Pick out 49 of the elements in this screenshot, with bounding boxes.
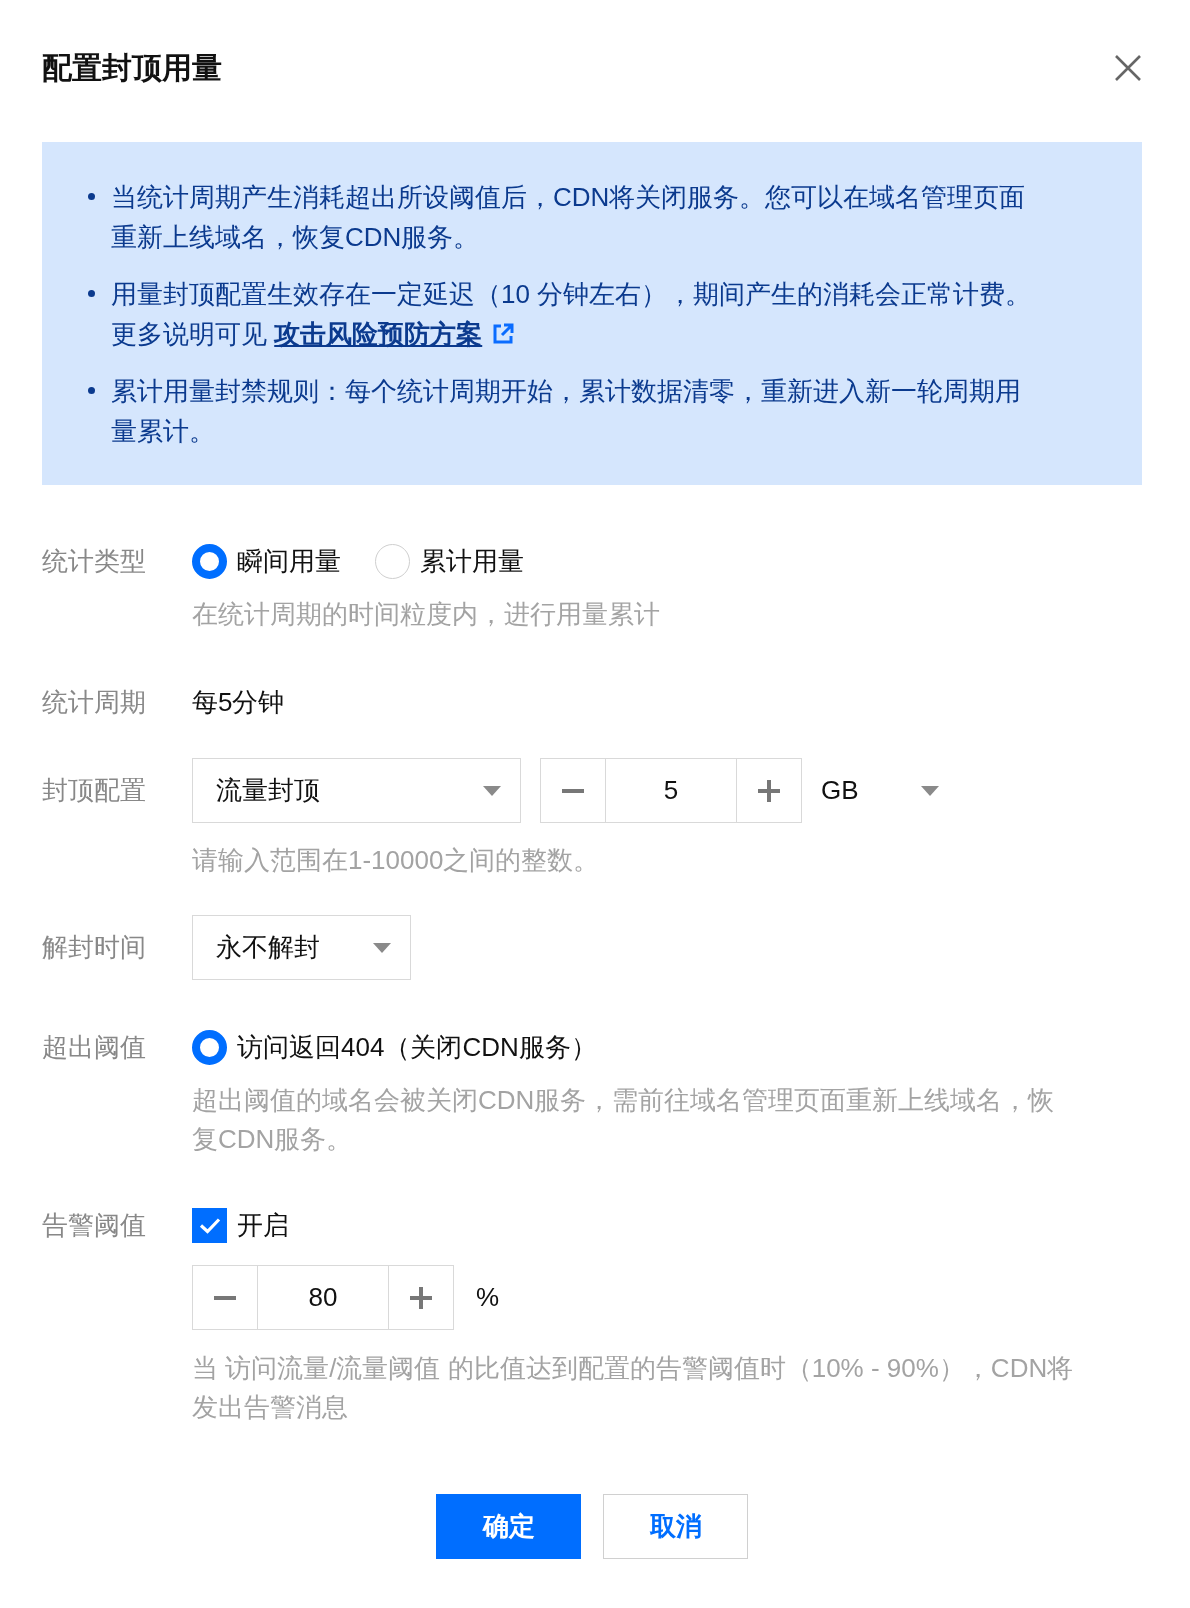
field-label: 超出阈值 <box>42 1030 146 1064</box>
bullet-icon <box>88 290 95 297</box>
decrement-button[interactable] <box>540 758 606 823</box>
plus-icon <box>758 779 780 802</box>
field-label: 告警阈值 <box>42 1208 146 1242</box>
increment-button[interactable] <box>736 758 802 823</box>
unit-dropdown[interactable]: GB <box>821 758 947 823</box>
number-field[interactable]: 80 <box>258 1265 388 1330</box>
check-icon <box>198 1216 221 1234</box>
minus-icon <box>214 1295 236 1300</box>
increment-button[interactable] <box>388 1265 454 1330</box>
number-field[interactable]: 5 <box>606 758 736 823</box>
option-label[interactable]: 访问返回404（关闭CDN服务） <box>237 1027 597 1067</box>
field-label: 封顶配置 <box>42 774 146 807</box>
dropdown[interactable]: 流量封顶 <box>192 758 521 823</box>
field-hint: 当 访问流量/流量阈值 的比值达到配置的告警阈值时（10% - 90%），CDN将发出告警消息 <box>192 1352 1075 1424</box>
confirm-button[interactable]: 确定 <box>436 1494 581 1559</box>
field-label: 统计类型 <box>42 544 146 578</box>
notice-text: 用量封顶配置生效存在一定延迟（10 分钟左右），期间产生的消耗会正常计费。 更多说明可见 攻击风险预防方案 <box>111 278 1033 351</box>
decrement-button[interactable] <box>192 1265 258 1330</box>
close-icon <box>1115 55 1141 81</box>
field-hint: 请输入范围在1-10000之间的整数。 <box>192 844 601 877</box>
close-button[interactable] <box>1114 54 1142 82</box>
field-label: 统计周期 <box>42 685 146 719</box>
caret-down-icon <box>921 785 939 796</box>
notice-link[interactable]: 攻击风险预防方案 <box>274 319 483 349</box>
field-value: 每5分钟 <box>192 685 285 719</box>
field-hint: 超出阈值的域名会被关闭CDN服务，需前往域名管理页面重新上线域名，恢复CDN服务。 <box>192 1084 1056 1156</box>
external-link-icon <box>492 323 515 345</box>
bullet-icon <box>88 193 95 200</box>
option-label[interactable]: 瞬间用量 <box>237 541 341 581</box>
field-label: 解封时间 <box>42 931 146 964</box>
checkbox[interactable] <box>192 1207 227 1243</box>
field-hint: 在统计周期的时间粒度内，进行用量累计 <box>192 598 661 631</box>
dropdown[interactable]: 永不解封 <box>192 915 411 980</box>
option-label[interactable]: 累计用量 <box>420 541 524 581</box>
cancel-button[interactable]: 取消 <box>603 1494 748 1559</box>
plus-icon <box>410 1286 432 1309</box>
dialog-title: 配置封顶用量 <box>42 50 222 86</box>
notice-text: 累计用量封禁规则：每个统计周期开始，累计数据清零，重新进入新一轮周期用量累计。 <box>111 375 1022 448</box>
caret-down-icon <box>373 942 391 953</box>
option-label[interactable]: 开启 <box>237 1205 289 1245</box>
caret-down-icon <box>483 785 501 796</box>
radio-button[interactable] <box>192 1029 227 1065</box>
bullet-icon <box>88 387 95 394</box>
notice-text: 当统计周期产生消耗超出所设阈值后，CDN将关闭服务。您可以在域名管理页面重新上线域名，恢复CDN服务。 <box>111 181 1027 254</box>
minus-icon <box>562 788 584 793</box>
unit-label: % <box>476 1281 500 1314</box>
radio-button[interactable] <box>192 543 227 579</box>
